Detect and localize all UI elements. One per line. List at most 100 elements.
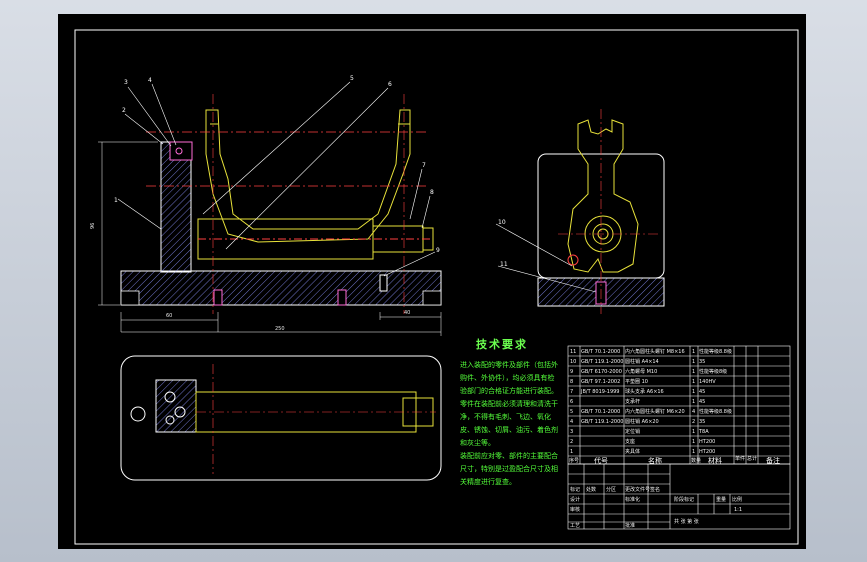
table-cell: 1	[570, 449, 573, 455]
side-view: 10 11	[495, 109, 665, 314]
table-cell: GB/T 97.1-2002	[581, 379, 620, 385]
header-code: 代号	[594, 456, 608, 465]
table-cell: GB/T 119.1-2000	[581, 359, 623, 365]
table-cell: GB/T 6170-2000	[581, 369, 622, 375]
requirement-line: 零件在装配前必须清理和清洗干	[460, 399, 558, 408]
requirement-line: 验部门的合格证方能进行装配。	[460, 386, 558, 395]
callout-3: 3	[124, 79, 128, 86]
drawing-sheet: 96 60 250 40 3 4 2 1 5 6 7 8 9 10 11 技术要…	[58, 14, 806, 549]
tb-role: 审核	[570, 506, 580, 513]
header-total-weight: 总计	[747, 455, 757, 462]
header-material: 材料	[708, 456, 722, 465]
header-no: 序号	[569, 457, 579, 464]
callout-6: 6	[388, 81, 392, 88]
table-cell: 4	[692, 409, 695, 415]
callout-9: 9	[436, 247, 440, 254]
technical-requirements: 技术要求 进入装配的零件及部件（包括外 购件、外协件），均必须具有检 验部门的合…	[460, 337, 558, 486]
table-cell: 1	[692, 429, 695, 435]
tb-weight: 重量	[716, 496, 726, 503]
table-cell: 1	[692, 389, 695, 395]
table-cell: 9	[570, 369, 573, 375]
support-rod	[197, 218, 434, 260]
table-cell: GB/T 70.1-2000	[581, 409, 620, 415]
requirement-line: 装配前应对零、部件的主要配合	[460, 451, 558, 460]
tb-sheets: 共 张 第 张	[674, 518, 699, 525]
table-cell: 4	[570, 419, 573, 425]
header-name: 名称	[648, 456, 662, 465]
table-cell: 2	[570, 439, 573, 445]
table-cell: 10	[570, 359, 576, 365]
requirement-line: 和灰尘等。	[460, 438, 495, 447]
tb-label: 签名	[650, 486, 660, 493]
top-view	[120, 355, 442, 481]
table-cell: 35	[699, 359, 705, 365]
table-cell: 35	[699, 419, 705, 425]
table-cell: 3	[570, 429, 573, 435]
tb-label: 处数	[586, 486, 596, 493]
support-column	[160, 141, 192, 273]
tb-label: 分区	[606, 486, 616, 493]
table-cell: 8	[570, 379, 573, 385]
requirement-line: 进入装配的零件及部件（包括外	[460, 360, 558, 369]
table-cell: 内六角圆柱头螺钉 M6×20	[625, 408, 685, 415]
requirement-line: 购件、外协件），均必须具有检	[460, 373, 555, 382]
table-cell: 定位销	[625, 428, 640, 435]
table-cell: 1	[692, 399, 695, 405]
swing-arm	[205, 109, 411, 243]
table-cell: 1	[692, 349, 695, 355]
dim-width-b: 250	[275, 326, 285, 332]
table-cell: JB/T 8019-1999	[580, 389, 620, 395]
requirement-line: 皮、锈蚀、切屑、油污、着色剂	[460, 425, 558, 434]
callout-7: 7	[422, 162, 426, 169]
table-cell: 1	[692, 439, 695, 445]
header-remark: 备注	[766, 456, 780, 465]
header-unit-weight: 单件	[735, 455, 745, 462]
requirement-line: 关精度进行复查。	[460, 477, 516, 486]
table-cell: 圆柱销 A6×20	[625, 418, 659, 425]
table-cell: 内六角圆柱头螺钉 M8×16	[625, 348, 685, 355]
tb-stage: 阶段标记	[674, 496, 694, 503]
table-cell: 45	[699, 399, 705, 405]
dim-width-c: 40	[404, 310, 410, 316]
tb-label: 标记	[570, 486, 580, 493]
dim-width-a: 60	[166, 313, 172, 319]
front-view: 96 60 250 40 3 4 2 1 5 6 7 8 9	[90, 75, 442, 336]
table-cell: 球头支承 A6×16	[625, 388, 664, 395]
table-cell: 1	[692, 379, 695, 385]
tb-scale-value: 1:1	[734, 507, 742, 513]
callout-4: 4	[148, 77, 152, 84]
header-qty: 数量	[691, 457, 701, 464]
requirement-line: 净，不得有毛刺、飞边、氧化	[460, 412, 551, 421]
table-cell: 夹具体	[625, 448, 640, 455]
table-cell: 支座	[625, 438, 635, 445]
callout-2: 2	[122, 107, 126, 114]
side-swing-arm	[567, 119, 639, 273]
table-cell: 45	[699, 389, 705, 395]
dim-height: 96	[90, 223, 96, 229]
table-cell: 性能等级8级	[699, 368, 727, 375]
callout-1: 1	[114, 197, 118, 204]
tb-role: 工艺	[570, 523, 580, 529]
callout-11: 11	[500, 261, 508, 268]
requirements-title: 技术要求	[476, 337, 528, 351]
table-cell: 1	[692, 369, 695, 375]
table-cell: 圆柱销 A4×14	[625, 358, 659, 365]
fixture-base	[120, 270, 442, 306]
table-cell: HT200	[699, 439, 715, 445]
parts-table-rows: 11 GB/T 70.1-2000 内六角圆柱头螺钉 M8×16 1 性能等级8…	[569, 348, 780, 465]
table-cell: 性能等级8.8级	[699, 408, 732, 415]
tb-role: 设计	[570, 496, 580, 503]
table-cell: 2	[692, 419, 695, 425]
engineering-drawing: 96 60 250 40 3 4 2 1 5 6 7 8 9 10 11 技术要…	[74, 29, 799, 545]
tb-role: 批准	[625, 522, 635, 529]
tb-role: 标准化	[625, 496, 640, 503]
table-cell: 5	[570, 409, 573, 415]
table-cell: GB/T 70.1-2000	[581, 349, 620, 355]
tb-label: 更改文件号	[625, 486, 650, 493]
table-cell: 性能等级8.8级	[699, 348, 732, 355]
table-cell: T8A	[698, 429, 709, 435]
table-cell: 平垫圈 10	[625, 378, 648, 385]
title-block-text: 标记 处数 分区 更改文件号 签名 设计 标准化 审核 工艺 批准 阶段标记 重…	[570, 486, 742, 529]
requirement-line: 尺寸，特别是过盈配合尺寸及相	[460, 464, 558, 473]
table-cell: 11	[570, 349, 576, 355]
